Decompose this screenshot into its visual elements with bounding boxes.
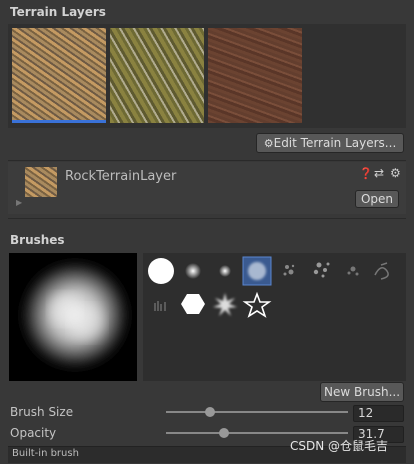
terrain-layer-palette — [8, 24, 406, 128]
layer-thumbnail — [25, 167, 57, 197]
settings-gear-icon[interactable]: ⚙ — [390, 166, 401, 180]
brush-crack[interactable] — [374, 262, 389, 280]
brush-star-outline[interactable] — [242, 291, 272, 318]
divider — [8, 160, 406, 161]
layer-name: RockTerrainLayer — [65, 169, 177, 184]
status-text: Built-in brush — [12, 448, 79, 459]
brushes-title: Brushes — [10, 233, 65, 247]
opacity-slider-track[interactable] — [166, 432, 348, 434]
terrain-layers-title: Terrain Layers — [10, 5, 106, 19]
gear-icon: ⚙ — [263, 137, 274, 150]
brush-spatter-2[interactable] — [313, 262, 330, 278]
terrain-layer-dirt[interactable] — [208, 28, 302, 123]
brush-size-field[interactable]: 12 — [353, 405, 404, 422]
new-brush-button[interactable]: New Brush... — [320, 382, 404, 402]
opacity-label: Opacity — [10, 426, 57, 440]
brush-soft-circle[interactable] — [185, 263, 201, 279]
help-icon[interactable]: ❓ — [359, 167, 373, 180]
preset-icon[interactable]: ⇄ — [374, 166, 384, 180]
terrain-layer-grass-dirt[interactable] — [110, 28, 204, 123]
brush-grass[interactable] — [154, 301, 166, 311]
brush-size-slider-track[interactable] — [166, 411, 348, 413]
terrain-layer-panel: RockTerrainLayer ❓ ⇄ ⚙ Open ▶ — [8, 162, 406, 214]
brush-size-label: Brush Size — [10, 405, 74, 419]
brush-soft-small[interactable] — [219, 265, 231, 277]
edit-terrain-layers-button[interactable]: ⚙Edit Terrain Layers... — [256, 133, 404, 153]
brush-spatter-3[interactable] — [347, 266, 359, 276]
terrain-layer-rock[interactable] — [12, 28, 106, 123]
expand-arrow-icon[interactable]: ▶ — [16, 198, 22, 207]
brush-preview-image — [23, 263, 127, 367]
brush-hard-circle[interactable] — [148, 258, 174, 284]
brush-cloud-selected[interactable] — [242, 256, 272, 286]
opacity-slider-thumb[interactable] — [219, 428, 230, 438]
brush-grid — [143, 253, 406, 381]
brush-starburst[interactable] — [213, 293, 237, 316]
divider — [8, 218, 406, 219]
open-button[interactable]: Open — [355, 190, 399, 208]
brush-preview — [9, 253, 137, 381]
brush-hexagon[interactable] — [181, 294, 205, 314]
brush-spatter-1[interactable] — [283, 264, 295, 276]
watermark: CSDN @仓鼠毛吉 — [290, 439, 389, 453]
edit-terrain-layers-label: Edit Terrain Layers... — [273, 136, 397, 150]
brush-size-slider-thumb[interactable] — [204, 407, 215, 417]
